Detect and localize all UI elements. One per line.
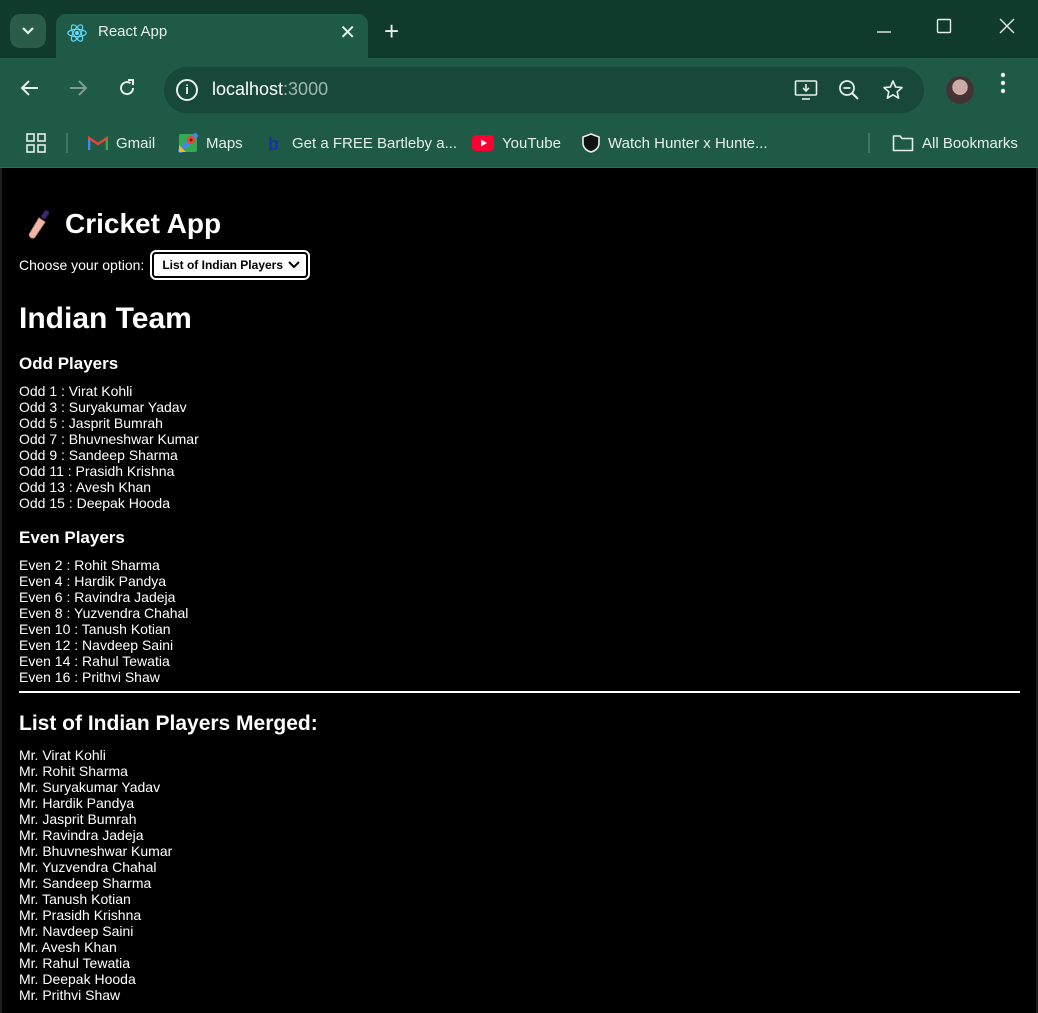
install-app-icon[interactable]	[794, 79, 818, 101]
bookmark-youtube[interactable]: YouTube	[472, 132, 561, 154]
maximize-button[interactable]	[936, 18, 952, 34]
close-tab-icon[interactable]: ✕	[339, 20, 356, 45]
browser-tab[interactable]: React App ✕	[56, 14, 368, 58]
bartleby-icon: b	[268, 134, 279, 153]
folder-icon	[892, 135, 914, 152]
cricket-bat-icon	[28, 210, 49, 239]
merged-heading: List of Indian Players Merged:	[19, 712, 318, 735]
list-item: Mr. Sandeep Sharma	[19, 875, 152, 891]
odd-players-heading: Odd Players	[19, 354, 119, 373]
apps-button[interactable]	[26, 132, 46, 154]
list-item: Odd 15 : Deepak Hooda	[19, 495, 170, 511]
list-item: Even 16 : Prithvi Shaw	[19, 669, 160, 685]
list-item: Even 8 : Yuzvendra Chahal	[19, 605, 189, 621]
choose-label: Choose your option:	[19, 257, 145, 273]
team-heading: Indian Team	[19, 302, 192, 335]
list-item: Mr. Suryakumar Yadav	[19, 779, 161, 795]
list-item: Mr. Tanush Kotian	[19, 891, 131, 907]
maps-icon	[178, 133, 198, 153]
close-icon	[999, 18, 1015, 34]
bookmarks-divider	[868, 133, 870, 153]
list-item: Odd 7 : Bhuvneshwar Kumar	[19, 431, 199, 447]
list-item: Odd 9 : Sandeep Sharma	[19, 447, 178, 463]
list-item: Mr. Prithvi Shaw	[19, 987, 121, 1003]
tab-search-button[interactable]	[10, 14, 46, 48]
list-item: Mr. Deepak Hooda	[19, 971, 136, 987]
list-item: Odd 3 : Suryakumar Yadav	[19, 399, 187, 415]
list-item: Mr. Bhuvneshwar Kumar	[19, 843, 173, 859]
list-item: Odd 1 : Virat Kohli	[19, 383, 133, 399]
gmail-icon	[88, 135, 108, 150]
close-window-button[interactable]	[999, 18, 1015, 34]
arrow-right-icon	[70, 80, 88, 96]
youtube-icon	[472, 135, 494, 151]
apps-grid-icon	[26, 133, 46, 153]
even-players-heading: Even Players	[19, 528, 125, 547]
bookmark-star-icon[interactable]	[882, 79, 904, 101]
list-item: Even 4 : Hardik Pandya	[19, 573, 167, 589]
tab-title: React App	[98, 23, 168, 40]
menu-kebab-icon[interactable]	[1000, 72, 1006, 94]
list-item: Mr. Prasidh Krishna	[19, 907, 142, 923]
back-button[interactable]	[20, 78, 40, 98]
bookmark-bartleby[interactable]: b Get a FREE Bartleby a...	[266, 132, 457, 154]
option-row: Choose your option: List of Indian Playe…	[19, 250, 311, 280]
profile-avatar[interactable]	[946, 76, 974, 104]
react-icon	[67, 24, 87, 42]
list-item: Odd 5 : Jasprit Bumrah	[19, 415, 163, 431]
app-title: Cricket App	[25, 208, 221, 240]
maximize-icon	[936, 18, 952, 34]
svg-text:b: b	[268, 134, 279, 153]
new-tab-button[interactable]: +	[384, 16, 399, 46]
arrow-left-icon	[20, 80, 38, 96]
zoom-icon[interactable]	[838, 79, 860, 101]
list-item: Even 2 : Rohit Sharma	[19, 557, 160, 573]
site-info-icon[interactable]: i	[176, 79, 198, 101]
section-divider	[19, 691, 1020, 693]
list-item: Mr. Avesh Khan	[19, 939, 117, 955]
reload-icon	[120, 79, 135, 96]
list-item: Mr. Rahul Tewatia	[19, 955, 131, 971]
reload-button[interactable]	[117, 78, 137, 98]
list-item: Odd 13 : Avesh Khan	[19, 479, 152, 495]
minimize-button[interactable]	[876, 18, 892, 34]
list-item: Mr. Navdeep Saini	[19, 923, 134, 939]
minimize-icon	[877, 31, 891, 33]
page-viewport: Cricket App Choose your option: List of …	[2, 168, 1036, 1013]
bookmark-hunter[interactable]: Watch Hunter x Hunte...	[582, 132, 768, 154]
list-item: Mr. Hardik Pandya	[19, 795, 135, 811]
odd-players-list: Odd 1 : Virat Kohli Odd 3 : Suryakumar Y…	[19, 383, 199, 511]
option-select[interactable]: List of Indian Players	[150, 250, 311, 280]
bookmarks-bar: Gmail Maps b Get a FREE Bartleby a... Yo…	[0, 122, 1038, 168]
shield-icon	[582, 133, 600, 153]
bookmark-maps[interactable]: Maps	[178, 132, 243, 154]
list-item: Even 6 : Ravindra Jadeja	[19, 589, 176, 605]
list-item: Even 10 : Tanush Kotian	[19, 621, 171, 637]
all-bookmarks-button[interactable]: All Bookmarks	[892, 132, 1018, 154]
bookmark-gmail[interactable]: Gmail	[88, 132, 155, 154]
list-item: Mr. Rohit Sharma	[19, 763, 128, 779]
forward-button[interactable]	[68, 78, 88, 98]
list-item: Mr. Yuzvendra Chahal	[19, 859, 157, 875]
list-item: Even 12 : Navdeep Saini	[19, 637, 174, 653]
browser-titlebar: React App ✕ +	[0, 0, 1038, 58]
chevron-down-icon	[22, 27, 34, 35]
list-item: Odd 11 : Prasidh Krishna	[19, 463, 175, 479]
list-item: Even 14 : Rahul Tewatia	[19, 653, 170, 669]
url-text[interactable]: localhost:3000	[212, 79, 328, 100]
merged-players-list: Mr. Virat Kohli Mr. Rohit Sharma Mr. Sur…	[19, 747, 172, 1003]
bookmarks-divider	[66, 133, 68, 153]
chevron-down-icon	[288, 261, 301, 269]
even-players-list: Even 2 : Rohit Sharma Even 4 : Hardik Pa…	[19, 557, 188, 685]
list-item: Mr. Virat Kohli	[19, 747, 106, 763]
list-item: Mr. Ravindra Jadeja	[19, 827, 144, 843]
list-item: Mr. Jasprit Bumrah	[19, 811, 137, 827]
address-bar[interactable]: i localhost:3000	[164, 67, 924, 113]
browser-toolbar: i localhost:3000	[0, 58, 1038, 122]
